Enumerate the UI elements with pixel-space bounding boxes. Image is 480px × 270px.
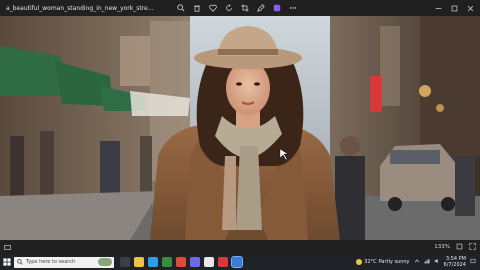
image-viewport[interactable] bbox=[0, 16, 480, 240]
fullscreen-icon[interactable] bbox=[469, 242, 476, 252]
edit-icon[interactable] bbox=[256, 4, 265, 13]
fit-icon[interactable] bbox=[456, 243, 463, 252]
pinned-apps bbox=[120, 254, 243, 270]
window-controls bbox=[430, 0, 478, 16]
maximize-button[interactable] bbox=[446, 0, 462, 16]
app-red2-icon[interactable] bbox=[218, 257, 228, 267]
notifications-icon[interactable] bbox=[470, 258, 476, 266]
photo-toolbar bbox=[176, 2, 297, 14]
clock[interactable]: 3:54 PM 6/7/2024 bbox=[444, 256, 466, 268]
app-white-icon[interactable] bbox=[204, 257, 214, 267]
edge-icon[interactable] bbox=[148, 257, 158, 267]
crop-icon[interactable] bbox=[240, 4, 249, 13]
search-icon bbox=[17, 259, 23, 265]
title-bar: a_beautiful_woman_standing_in_new_york_s… bbox=[0, 0, 480, 16]
draw-icon[interactable] bbox=[272, 4, 281, 13]
taskbar: Type here to search 32°C Partly sunny 3:… bbox=[0, 254, 480, 270]
weather-temp: 32°C bbox=[364, 259, 377, 265]
search-highlight-icon bbox=[98, 258, 112, 266]
system-tray: 32°C Partly sunny 3:54 PM 6/7/2024 bbox=[356, 254, 476, 270]
close-button[interactable] bbox=[462, 0, 478, 16]
minimize-button[interactable] bbox=[430, 0, 446, 16]
delete-icon[interactable] bbox=[192, 4, 201, 13]
zoom-icon[interactable] bbox=[176, 4, 185, 13]
photos-app-icon[interactable] bbox=[231, 256, 243, 268]
start-button[interactable] bbox=[0, 254, 14, 270]
volume-icon[interactable] bbox=[434, 258, 440, 266]
photo-status-bar: 133% bbox=[0, 240, 480, 254]
file-explorer-icon[interactable] bbox=[134, 257, 144, 267]
network-icon[interactable] bbox=[424, 258, 430, 266]
windows-logo-icon bbox=[3, 258, 11, 266]
rotate-icon[interactable] bbox=[224, 4, 233, 13]
date: 6/7/2024 bbox=[443, 262, 466, 268]
partly-sunny-icon bbox=[356, 259, 363, 265]
more-icon[interactable] bbox=[288, 4, 297, 13]
app-purple-icon[interactable] bbox=[190, 257, 200, 267]
favorite-icon[interactable] bbox=[208, 4, 217, 13]
search-placeholder: Type here to search bbox=[26, 259, 76, 265]
weather-widget[interactable]: 32°C Partly sunny bbox=[356, 259, 410, 265]
taskbar-search-box[interactable]: Type here to search bbox=[14, 256, 114, 268]
zoom-level[interactable]: 133% bbox=[434, 244, 450, 250]
chevron-up-icon[interactable] bbox=[414, 258, 420, 266]
filmstrip-icon[interactable] bbox=[4, 244, 11, 251]
app-red-icon[interactable] bbox=[176, 257, 186, 267]
weather-text: Partly sunny bbox=[378, 259, 410, 265]
chrome-icon[interactable] bbox=[162, 257, 172, 267]
photo-woman-in-street bbox=[0, 16, 480, 240]
file-name: a_beautiful_woman_standing_in_new_york_s… bbox=[6, 4, 156, 12]
task-view-icon[interactable] bbox=[120, 257, 130, 267]
